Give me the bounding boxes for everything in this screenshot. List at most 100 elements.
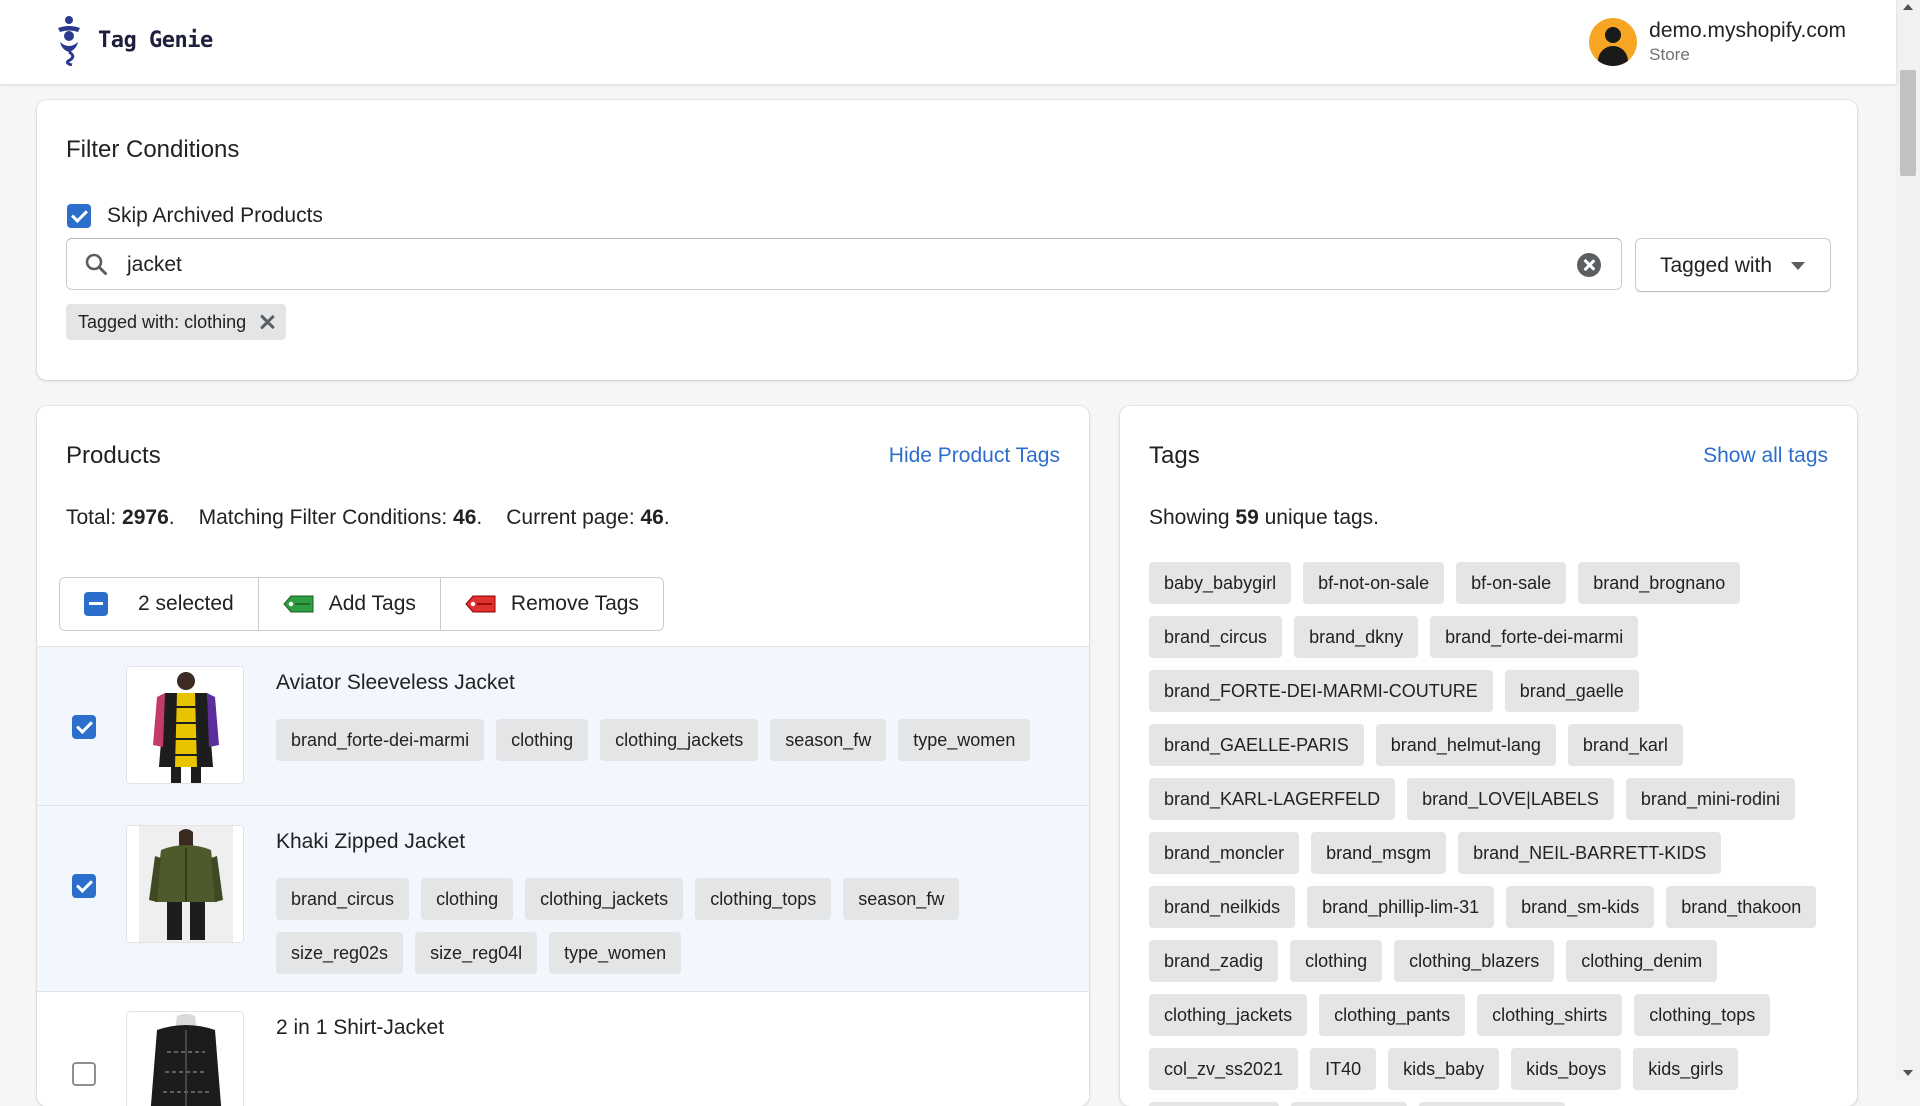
clear-search-icon[interactable] (1577, 253, 1601, 277)
filter-conditions-card: Filter Conditions Skip Archived Products… (37, 100, 1857, 380)
product-tag-chip[interactable]: clothing_jackets (600, 719, 759, 761)
tag-chip[interactable]: brand_gaelle (1504, 670, 1639, 712)
total-value: 2976 (122, 506, 169, 529)
remove-tags-label: Remove Tags (510, 592, 639, 615)
product-tag-chip[interactable]: clothing (421, 878, 514, 920)
tag-chip[interactable]: brand_thakoon (1666, 886, 1817, 928)
hide-product-tags-link[interactable]: Hide Product Tags (889, 444, 1060, 468)
tag-chip[interactable]: IT40 (1310, 1048, 1377, 1090)
scroll-up-icon[interactable] (1903, 4, 1913, 10)
tag-chip[interactable]: brand_moncler (1149, 832, 1300, 874)
tag-chip[interactable]: brand_neilkids (1149, 886, 1296, 928)
tag-chip[interactable]: brand_zadig (1149, 940, 1279, 982)
tag-chip[interactable]: clothing_pants (1319, 994, 1466, 1036)
tag-chip[interactable]: New Arrivals (1149, 1102, 1280, 1106)
tag-chip[interactable]: bf-not-on-sale (1303, 562, 1445, 604)
tags-list: baby_babygirl bf-not-on-sale bf-on-sale bra… (1149, 562, 1839, 1106)
skip-archived-row[interactable]: Skip Archived Products (67, 204, 323, 228)
product-checkbox[interactable] (72, 715, 96, 739)
product-checkbox[interactable] (72, 874, 96, 898)
tag-chip[interactable]: kids_girls (1633, 1048, 1739, 1090)
tag-chip[interactable]: brand_helmut-lang (1375, 724, 1556, 766)
search-icon (85, 253, 107, 275)
products-title: Products (66, 442, 161, 469)
tag-chip[interactable]: bf-on-sale (1456, 562, 1567, 604)
tag-chip[interactable]: brand_LOVE|LABELS (1407, 778, 1614, 820)
avatar-head-icon (1605, 27, 1622, 43)
tag-chip[interactable]: clothing_blazers (1394, 940, 1555, 982)
show-all-tags-link[interactable]: Show all tags (1703, 444, 1828, 468)
product-tag-chip[interactable]: clothing_tops (695, 878, 832, 920)
tag-chip[interactable]: brand_KARL-LAGERFELD (1149, 778, 1396, 820)
tag-chip[interactable]: season_fw (1291, 1102, 1408, 1106)
scroll-down-icon[interactable] (1903, 1070, 1913, 1076)
product-tag-chip[interactable]: brand_forte-dei-marmi (276, 719, 485, 761)
products-summary: Total: 2976. Matching Filter Conditions: … (66, 506, 670, 529)
product-tag-chip[interactable]: brand_circus (276, 878, 410, 920)
tag-chip[interactable]: clothing_denim (1566, 940, 1718, 982)
tag-chip[interactable]: brand_forte-dei-marmi (1430, 616, 1639, 658)
page-scrollbar[interactable] (1896, 0, 1920, 1080)
current-page-value: 46 (640, 506, 664, 529)
search-input[interactable]: jacket (66, 238, 1622, 290)
product-checkbox[interactable] (72, 1062, 96, 1086)
tag-chip[interactable]: clothing_jackets (1149, 994, 1308, 1036)
product-tag-chip[interactable]: size_reg02s (276, 932, 404, 974)
product-row[interactable]: Aviator Sleeveless Jacket brand_forte-de… (37, 646, 1089, 805)
products-card: Products Hide Product Tags Total: 2976. M… (37, 406, 1089, 1106)
tag-chip[interactable]: clothing_shirts (1477, 994, 1623, 1036)
skip-archived-checkbox[interactable] (67, 204, 91, 228)
product-title[interactable]: Aviator Sleeveless Jacket (276, 671, 515, 695)
scrollbar-thumb[interactable] (1900, 70, 1916, 176)
tag-chip[interactable]: clothing_tops (1634, 994, 1771, 1036)
select-all-checkbox[interactable] (84, 592, 108, 616)
tag-chip[interactable]: brand_GAELLE-PARIS (1149, 724, 1364, 766)
product-tag-chip[interactable]: season_fw (843, 878, 960, 920)
filter-title: Filter Conditions (66, 136, 240, 163)
tag-chip[interactable]: clothing (1290, 940, 1383, 982)
product-thumbnail (126, 1011, 244, 1106)
applied-filter-chip: Tagged with: clothing (66, 304, 287, 340)
app-name: Tag Genie (98, 27, 213, 53)
product-row[interactable]: 2 in 1 Shirt-Jacket (37, 991, 1089, 1106)
tag-chip[interactable]: brand_mini-rodini (1625, 778, 1795, 820)
add-tags-label: Add Tags (328, 592, 416, 615)
add-tags-button[interactable]: Add Tags (259, 578, 441, 630)
account-menu[interactable]: demo.myshopify.com Store (1589, 18, 1846, 66)
product-tag-chip[interactable]: type_women (549, 932, 682, 974)
product-row[interactable]: Khaki Zipped Jacket brand_circus clothin… (37, 805, 1089, 991)
tag-chip[interactable]: brand_karl (1567, 724, 1683, 766)
tag-chip[interactable]: brand_sm-kids (1506, 886, 1655, 928)
remove-filter-icon[interactable] (258, 313, 276, 331)
tag-chip[interactable]: brand_brognano (1578, 562, 1741, 604)
product-tag-chip[interactable]: season_fw (770, 719, 887, 761)
product-tag-chip[interactable]: type_women (898, 719, 1031, 761)
select-all-toggle[interactable]: 2 selected (60, 578, 259, 630)
tag-chip[interactable]: col_zv_ss2021 (1149, 1048, 1299, 1090)
tag-chip[interactable]: brand_phillip-lim-31 (1307, 886, 1495, 928)
product-tag-chip[interactable]: clothing_jackets (525, 878, 684, 920)
tags-title: Tags (1149, 442, 1200, 469)
remove-tags-button[interactable]: Remove Tags (441, 578, 663, 630)
tag-chip[interactable]: baby_babygirl (1149, 562, 1292, 604)
store-name: demo.myshopify.com (1649, 19, 1846, 42)
matching-label: Matching Filter Conditions: (198, 506, 454, 529)
tag-chip[interactable]: brand_NEIL-BARRETT-KIDS (1458, 832, 1722, 874)
app-logo[interactable]: Tag Genie (50, 14, 213, 66)
search-value[interactable]: jacket (127, 253, 182, 277)
tag-chip[interactable]: brand_msgm (1311, 832, 1447, 874)
tag-chip[interactable]: brand_dkny (1294, 616, 1419, 658)
tag-chip[interactable]: size_baby03m (1419, 1102, 1566, 1106)
product-title[interactable]: 2 in 1 Shirt-Jacket (276, 1016, 444, 1040)
product-thumbnail (126, 666, 244, 784)
tag-chip[interactable]: kids_baby (1388, 1048, 1500, 1090)
product-title[interactable]: Khaki Zipped Jacket (276, 830, 465, 854)
tag-chip[interactable]: brand_FORTE-DEI-MARMI-COUTURE (1149, 670, 1493, 712)
product-tag-chip[interactable]: clothing (496, 719, 589, 761)
product-tag-chip[interactable]: size_reg04l (415, 932, 538, 974)
tagged-with-dropdown[interactable]: Tagged with (1635, 238, 1831, 292)
tag-chip[interactable]: brand_circus (1149, 616, 1283, 658)
tag-chip[interactable]: kids_boys (1511, 1048, 1622, 1090)
total-label: Total: (66, 506, 123, 529)
skip-archived-label[interactable]: Skip Archived Products (107, 204, 323, 228)
